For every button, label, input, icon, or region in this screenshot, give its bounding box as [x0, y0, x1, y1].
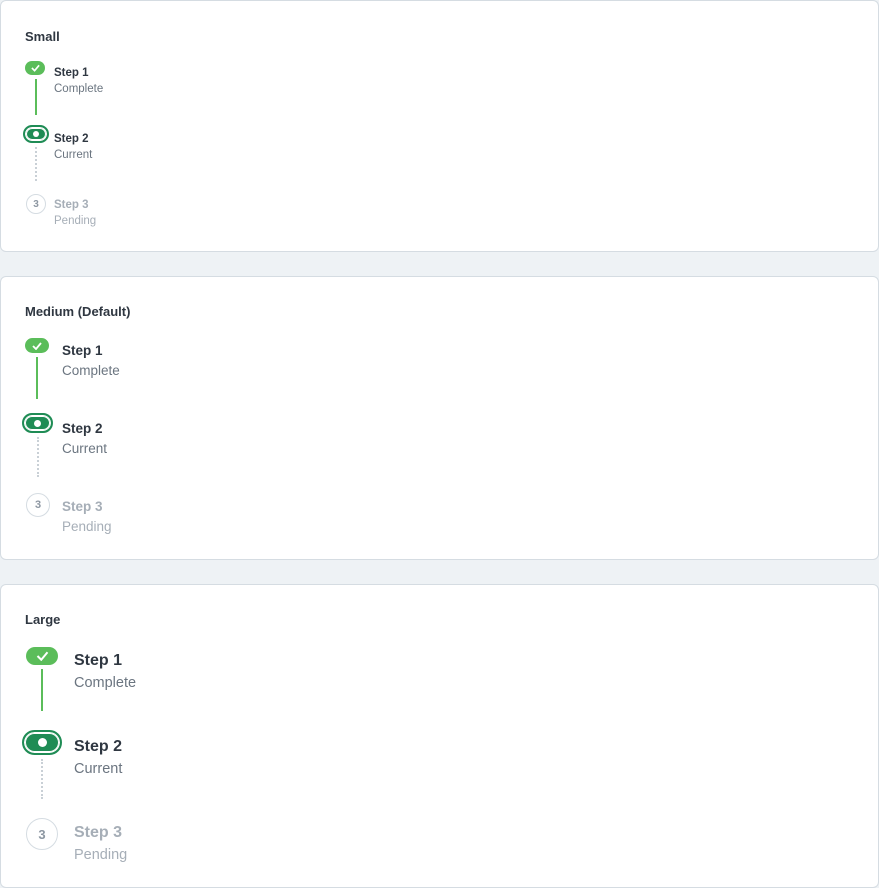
step-complete-indicator	[26, 647, 58, 665]
step-connector-pending	[41, 759, 43, 799]
step-current-indicator	[23, 125, 49, 143]
section-title: Medium (Default)	[25, 304, 131, 319]
check-icon	[32, 341, 42, 350]
stepper-card-medium: Medium (Default) Step 1 Complete Step 2 …	[0, 276, 879, 560]
step-label: Step 2 Current	[54, 131, 92, 163]
step-label: Step 3 Pending	[54, 197, 96, 229]
step-description: Pending	[62, 519, 112, 534]
step-label: Step 3 Pending	[62, 497, 112, 537]
step-description: Pending	[74, 847, 128, 863]
step-complete-indicator	[25, 338, 49, 353]
check-icon	[30, 64, 40, 72]
step-description: Current	[54, 149, 93, 161]
step-connector-complete	[35, 79, 37, 115]
step-title: Step 3	[54, 199, 89, 211]
step-connector-pending	[35, 147, 37, 181]
step-title: Step 1	[54, 67, 89, 79]
step-connector-pending	[37, 437, 39, 477]
step-connector-complete	[41, 669, 43, 711]
step-description: Current	[74, 761, 123, 777]
step-connector-complete	[36, 357, 38, 399]
step-complete-indicator	[25, 61, 45, 75]
stepper-card-large: Large Step 1 Complete Step 2 Current 3 S…	[0, 584, 879, 888]
step-description: Pending	[54, 215, 97, 227]
step-title: Step 1	[74, 652, 123, 669]
step-label: Step 1 Complete	[54, 65, 103, 97]
step-title: Step 2	[74, 738, 123, 755]
stepper-card-small: Small Step 1 Complete Step 2 Current 3 S…	[0, 0, 879, 252]
section-title: Small	[25, 29, 60, 44]
step-title: Step 2	[62, 421, 103, 436]
dot-icon	[37, 738, 47, 747]
step-title: Step 3	[74, 824, 123, 841]
step-title: Step 1	[62, 343, 103, 358]
step-label: Step 3 Pending	[74, 822, 127, 866]
step-current-indicator	[22, 730, 62, 755]
step-description: Complete	[74, 675, 137, 691]
step-pending-indicator: 3	[26, 818, 58, 850]
step-label: Step 2 Current	[74, 736, 122, 780]
step-pending-indicator: 3	[26, 194, 46, 214]
step-label: Step 2 Current	[62, 419, 107, 459]
step-description: Complete	[62, 363, 120, 378]
step-label: Step 1 Complete	[74, 650, 136, 694]
step-description: Complete	[54, 83, 104, 95]
step-title: Step 3	[62, 499, 103, 514]
step-current-indicator	[22, 413, 53, 433]
step-description: Current	[62, 441, 108, 456]
step-label: Step 1 Complete	[62, 341, 120, 381]
check-icon	[36, 651, 48, 661]
step-title: Step 2	[54, 133, 89, 145]
dot-icon	[34, 419, 41, 427]
dot-icon	[33, 131, 39, 137]
section-title: Large	[25, 612, 61, 627]
step-pending-indicator: 3	[26, 493, 50, 517]
